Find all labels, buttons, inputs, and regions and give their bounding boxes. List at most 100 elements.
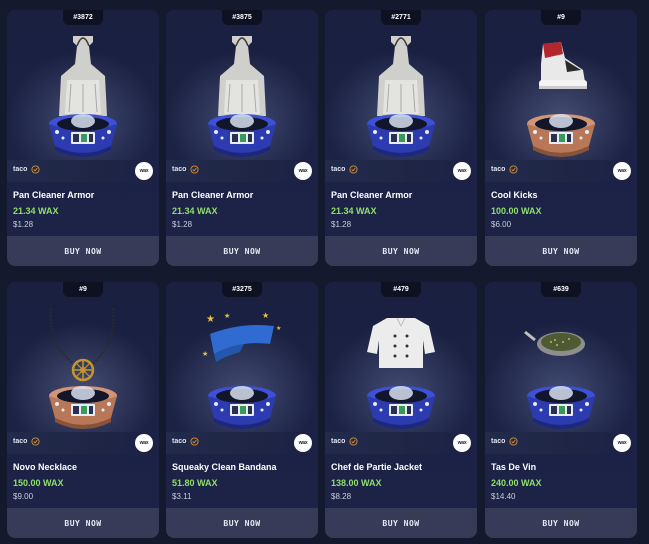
svg-text:★: ★	[276, 325, 281, 332]
item-artwork	[7, 296, 159, 432]
item-name[interactable]: Chef de Partie Jacket	[331, 462, 471, 472]
buy-now-button[interactable]: BUY NOW	[325, 236, 477, 266]
display-stand-icon	[49, 114, 117, 157]
price-wax: 138.00 WAX	[331, 478, 382, 488]
display-stand-icon	[367, 386, 435, 429]
collection-name[interactable]: taco	[491, 166, 505, 173]
wax-logo-icon: wax	[453, 434, 471, 452]
svg-text:★: ★	[206, 314, 215, 325]
item-name[interactable]: Pan Cleaner Armor	[172, 190, 312, 200]
nft-grid: taco wax Pan Cleaner Armor 21.34 WAX $1.…	[0, 0, 649, 544]
mint-number: #9	[63, 282, 103, 297]
collection-name[interactable]: taco	[13, 166, 27, 173]
nft-card[interactable]: taco wax Cool Kicks 100.00 WAX $6.00 BUY…	[485, 10, 637, 266]
display-stand-icon	[527, 386, 595, 429]
mint-number: #2771	[381, 10, 421, 25]
wax-logo-icon: wax	[453, 162, 471, 180]
display-stand-icon	[527, 114, 595, 157]
price-wax: 21.34 WAX	[331, 206, 377, 216]
card-body: taco wax Pan Cleaner Armor 21.34 WAX $1.…	[166, 10, 318, 266]
price-wax: 21.34 WAX	[172, 206, 218, 216]
buy-now-button[interactable]: BUY NOW	[7, 236, 159, 266]
card-body: taco wax Pan Cleaner Armor 21.34 WAX $1.…	[325, 10, 477, 266]
price-wax: 150.00 WAX	[13, 478, 64, 488]
item-name[interactable]: Pan Cleaner Armor	[13, 190, 153, 200]
item-artwork: ★ ★ ★ ★ ★	[166, 296, 318, 432]
buy-now-button[interactable]: BUY NOW	[485, 508, 637, 538]
price-usd: $9.00	[13, 492, 34, 501]
item-artwork	[7, 24, 159, 160]
price-usd: $14.40	[491, 492, 516, 501]
collection-name[interactable]: taco	[331, 166, 345, 173]
price-usd: $1.28	[331, 220, 352, 229]
price-wax: 240.00 WAX	[491, 478, 542, 488]
card-body: taco wax Tas De Vin 240.00 WAX $14.40 BU…	[485, 282, 637, 538]
item-name[interactable]: Novo Necklace	[13, 462, 153, 472]
wax-logo-icon: wax	[294, 162, 312, 180]
card-body: taco wax Chef de Partie Jacket 138.00 WA…	[325, 282, 477, 538]
item-artwork	[485, 24, 637, 160]
display-stand-icon	[367, 114, 435, 157]
price-usd: $1.28	[172, 220, 193, 229]
buy-now-button[interactable]: BUY NOW	[166, 508, 318, 538]
wax-logo-icon: wax	[135, 162, 153, 180]
collection-strip: taco wax	[485, 432, 637, 454]
verified-badge-icon	[509, 437, 518, 446]
verified-badge-icon	[31, 165, 40, 174]
nft-card[interactable]: ★ ★ ★ ★ ★ taco wax Squeaky Clean Bandana…	[166, 282, 318, 538]
nft-card[interactable]: taco wax Chef de Partie Jacket 138.00 WA…	[325, 282, 477, 538]
wax-logo-icon: wax	[294, 434, 312, 452]
item-name[interactable]: Tas De Vin	[491, 462, 631, 472]
nft-card[interactable]: taco wax Pan Cleaner Armor 21.34 WAX $1.…	[325, 10, 477, 266]
verified-badge-icon	[509, 165, 518, 174]
card-body: ★ ★ ★ ★ ★ taco wax Squeaky Clean Bandana…	[166, 282, 318, 538]
verified-badge-icon	[31, 437, 40, 446]
verified-badge-icon	[349, 165, 358, 174]
nft-card[interactable]: taco wax Pan Cleaner Armor 21.34 WAX $1.…	[166, 10, 318, 266]
collection-strip: taco wax	[325, 432, 477, 454]
item-name[interactable]: Squeaky Clean Bandana	[172, 462, 312, 472]
buy-now-button[interactable]: BUY NOW	[325, 508, 477, 538]
nft-card[interactable]: taco wax Novo Necklace 150.00 WAX $9.00 …	[7, 282, 159, 538]
collection-name[interactable]: taco	[491, 438, 505, 445]
card-body: taco wax Pan Cleaner Armor 21.34 WAX $1.…	[7, 10, 159, 266]
card-body: taco wax Novo Necklace 150.00 WAX $9.00 …	[7, 282, 159, 538]
price-usd: $1.28	[13, 220, 34, 229]
item-artwork	[325, 296, 477, 432]
price-usd: $6.00	[491, 220, 512, 229]
nft-card[interactable]: taco wax Pan Cleaner Armor 21.34 WAX $1.…	[7, 10, 159, 266]
verified-badge-icon	[190, 165, 199, 174]
collection-strip: taco wax	[485, 160, 637, 182]
svg-text:★: ★	[202, 350, 208, 358]
price-usd: $8.28	[331, 492, 352, 501]
item-artwork	[485, 296, 637, 432]
wax-logo-icon: wax	[613, 434, 631, 452]
price-wax: 100.00 WAX	[491, 206, 542, 216]
mint-number: #3875	[222, 10, 262, 25]
price-usd: $3.11	[172, 492, 192, 501]
buy-now-button[interactable]: BUY NOW	[485, 236, 637, 266]
wax-logo-icon: wax	[135, 434, 153, 452]
mint-number: #639	[541, 282, 581, 297]
card-body: taco wax Cool Kicks 100.00 WAX $6.00 BUY…	[485, 10, 637, 266]
mint-number: #3275	[222, 282, 262, 297]
display-stand-icon	[208, 114, 276, 157]
collection-name[interactable]: taco	[331, 438, 345, 445]
nft-card[interactable]: taco wax Tas De Vin 240.00 WAX $14.40 BU…	[485, 282, 637, 538]
collection-strip: taco wax	[7, 160, 159, 182]
display-stand-icon	[208, 386, 276, 429]
collection-name[interactable]: taco	[172, 166, 186, 173]
display-stand-icon	[49, 386, 117, 429]
mint-number: #479	[381, 282, 421, 297]
mint-number: #9	[541, 10, 581, 25]
item-name[interactable]: Pan Cleaner Armor	[331, 190, 471, 200]
item-name[interactable]: Cool Kicks	[491, 190, 631, 200]
buy-now-button[interactable]: BUY NOW	[166, 236, 318, 266]
wax-logo-icon: wax	[613, 162, 631, 180]
verified-badge-icon	[349, 437, 358, 446]
verified-badge-icon	[190, 437, 199, 446]
buy-now-button[interactable]: BUY NOW	[7, 508, 159, 538]
collection-name[interactable]: taco	[13, 438, 27, 445]
collection-name[interactable]: taco	[172, 438, 186, 445]
price-wax: 51.80 WAX	[172, 478, 218, 488]
